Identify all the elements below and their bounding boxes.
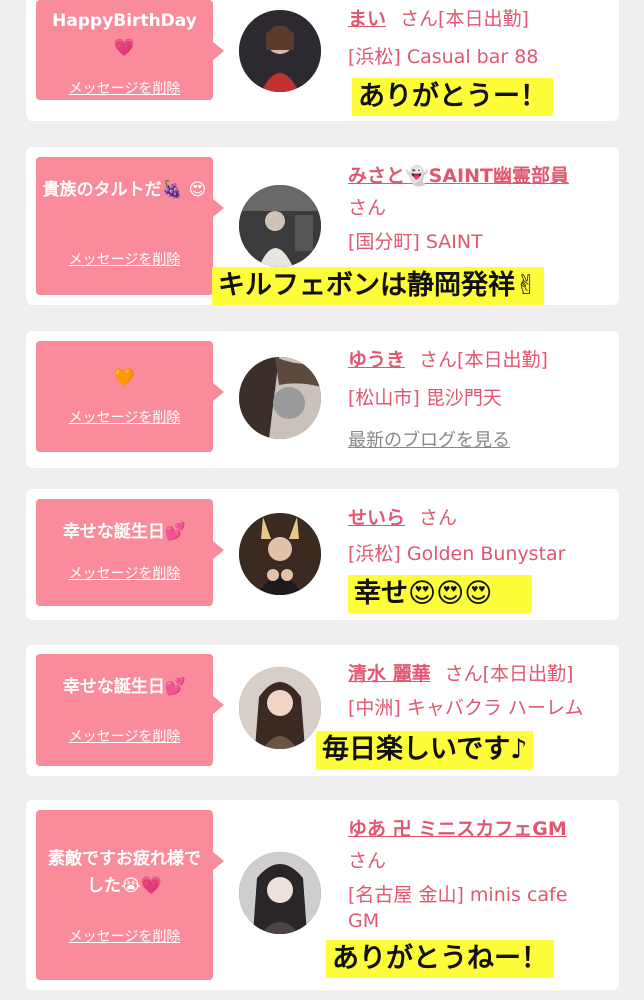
delete-message-link[interactable]: メッセージを削除: [36, 726, 213, 746]
avatar[interactable]: [239, 852, 321, 934]
shop-label: [国分町] SAINT: [348, 231, 483, 253]
overlay-caption: 毎日楽しいです♪: [316, 731, 534, 769]
avatar[interactable]: [239, 10, 321, 92]
avatar[interactable]: [239, 357, 321, 439]
overlay-caption: 幸せ😍😍😍: [348, 575, 533, 613]
message-bubble: 貴族のタルトだ🍇 😍 メッセージを削除: [36, 157, 224, 295]
message-feed: HappyBirthDay 💗 メッセージを削除 まい さん[本日出勤] [浜松]…: [0, 0, 644, 1000]
message-text: HappyBirthDay 💗: [52, 11, 197, 58]
message-bubble: 🧡 メッセージを削除: [36, 341, 224, 452]
message-card: 🧡 メッセージを削除 ゆうき さん[本日出勤] [松山市] 毘沙門天 最新のブログ…: [26, 331, 619, 468]
delete-message-link[interactable]: メッセージを削除: [36, 407, 213, 427]
san-label: さん: [348, 197, 387, 219]
avatar[interactable]: [239, 513, 321, 595]
profile-line: みさと👻SAINT幽霊部員: [348, 161, 569, 188]
shop-label: [中洲] キャバクラ ハーレム: [348, 697, 584, 719]
status-badge: [本日出勤]: [482, 663, 574, 685]
overlay-caption: ありがとうー！: [352, 78, 553, 116]
avatar[interactable]: [239, 667, 321, 749]
shop-label: [浜松] Golden Bunystar: [348, 543, 566, 565]
san-label: さん: [419, 349, 458, 371]
delete-message-link[interactable]: メッセージを削除: [36, 78, 213, 98]
message-text: 幸せな誕生日💕: [62, 522, 187, 542]
message-bubble: HappyBirthDay 💗 メッセージを削除: [36, 0, 224, 100]
message-text: 🧡: [113, 368, 136, 388]
profile-line: ゆあ 卍 ミニスカフェGM: [348, 814, 567, 841]
message-card: HappyBirthDay 💗 メッセージを削除 まい さん[本日出勤] [浜松]…: [26, 0, 619, 121]
avatar[interactable]: [239, 185, 321, 267]
message-card: 幸せな誕生日💕 メッセージを削除 清水 麗華 さん[本日出勤] [中洲] キャバク…: [26, 645, 619, 776]
profile-name-link[interactable]: ゆうき: [348, 349, 405, 371]
profile-name-link[interactable]: みさと👻SAINT幽霊部員: [348, 165, 569, 187]
delete-message-link[interactable]: メッセージを削除: [36, 926, 213, 946]
profile-line: ゆうき さん[本日出勤]: [348, 345, 548, 372]
message-bubble: 素敵ですお疲れ様でした😭💗 メッセージを削除: [36, 810, 224, 980]
message-bubble: 幸せな誕生日💕 メッセージを削除: [36, 499, 224, 606]
profile-name-link[interactable]: せいら: [348, 507, 405, 529]
profile-line: 清水 麗華 さん[本日出勤]: [348, 659, 573, 686]
status-badge: [本日出勤]: [457, 349, 548, 371]
message-card: 貴族のタルトだ🍇 😍 メッセージを削除 みさと👻SAINT幽霊部員 さん [国分…: [26, 147, 619, 305]
latest-blog-link[interactable]: 最新のブログを見る: [348, 426, 510, 452]
shop-label: [名古屋 金山] minis cafe: [348, 884, 568, 906]
profile-line: まい さん[本日出勤]: [348, 4, 529, 31]
message-bubble: 幸せな誕生日💕 メッセージを削除: [36, 654, 224, 766]
san-label: さん: [419, 507, 458, 529]
san-label: さん: [348, 850, 387, 872]
profile-name-link[interactable]: 清水 麗華: [348, 663, 431, 685]
message-text: 素敵ですお疲れ様でした😭💗: [48, 849, 201, 896]
shop-label: [浜松] Casual bar 88: [348, 46, 539, 68]
message-card: 幸せな誕生日💕 メッセージを削除 せいら さん [浜松] Golden Bunys…: [26, 489, 619, 620]
message-text: 幸せな誕生日💕: [62, 677, 187, 697]
overlay-caption: ありがとうねー！: [326, 940, 554, 978]
shop-label: [松山市] 毘沙門天: [348, 387, 502, 409]
overlay-caption: キルフェボンは静岡発祥✌: [212, 267, 544, 305]
delete-message-link[interactable]: メッセージを削除: [36, 563, 213, 583]
shop-label-continued: GM: [348, 910, 380, 932]
profile-name-link[interactable]: ゆあ 卍 ミニスカフェGM: [348, 818, 567, 840]
message-card: 素敵ですお疲れ様でした😭💗 メッセージを削除 ゆあ 卍 ミニスカフェGM さん …: [26, 800, 619, 990]
san-label: さん: [444, 663, 483, 685]
san-label: さん: [400, 8, 439, 30]
delete-message-link[interactable]: メッセージを削除: [36, 249, 213, 269]
profile-name-link[interactable]: まい: [348, 8, 386, 30]
message-text: 貴族のタルトだ🍇 😍: [42, 180, 207, 200]
status-badge: [本日出勤]: [438, 8, 529, 30]
profile-line: せいら さん: [348, 503, 457, 530]
